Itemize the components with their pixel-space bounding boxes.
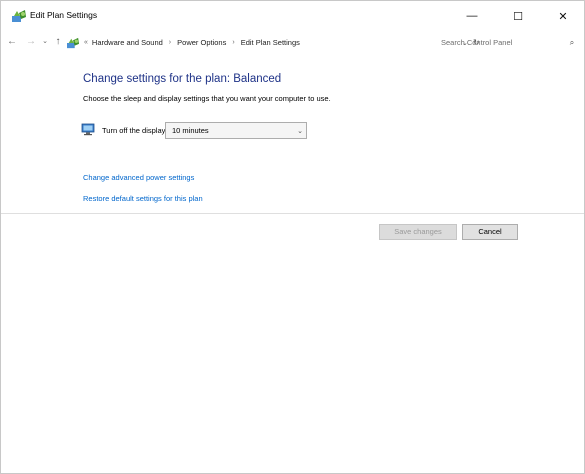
title-bar: Edit Plan Settings — ☐ ✕ (1, 1, 584, 31)
power-options-icon (11, 9, 27, 23)
turn-off-display-value[interactable]: 10 minutes (166, 126, 294, 135)
window-title: Edit Plan Settings (30, 10, 98, 20)
page-description: Choose the sleep and display settings th… (83, 94, 331, 103)
divider (1, 213, 584, 214)
breadcrumb-edit-plan-settings[interactable]: Edit Plan Settings (241, 38, 300, 47)
change-advanced-power-settings-link[interactable]: Change advanced power settings (83, 173, 194, 182)
forward-arrow-icon[interactable]: → (24, 35, 38, 49)
breadcrumb-separator-icon[interactable]: › (169, 39, 171, 46)
breadcrumb-separator-icon[interactable]: › (232, 39, 234, 46)
turn-off-display-label: Turn off the display: (102, 126, 168, 135)
breadcrumb-power-options[interactable]: Power Options (177, 38, 226, 47)
power-options-icon (66, 37, 80, 49)
maximize-button[interactable]: ☐ (495, 1, 541, 31)
turn-off-display-select[interactable]: 10 minutes ⌄ (165, 122, 307, 139)
save-changes-button[interactable]: Save changes (379, 224, 457, 240)
recent-locations-chevron-icon[interactable]: ⌄ (38, 35, 52, 49)
minimize-button[interactable]: — (449, 1, 495, 31)
search-icon[interactable]: ⌕ (565, 38, 579, 48)
page-title: Change settings for the plan: Balanced (83, 73, 282, 85)
address-bar[interactable]: « Hardware and Sound › Power Options › E… (64, 35, 480, 50)
address-overflow-icon[interactable]: « (84, 39, 88, 46)
monitor-icon (81, 123, 95, 136)
back-arrow-icon[interactable]: ← (5, 35, 19, 49)
up-arrow-icon[interactable]: ↑ (51, 35, 65, 49)
cancel-button[interactable]: Cancel (462, 224, 518, 240)
breadcrumb-hardware-and-sound[interactable]: Hardware and Sound (92, 38, 163, 47)
close-button[interactable]: ✕ (540, 1, 585, 31)
edit-plan-settings-window: Edit Plan Settings — ☐ ✕ ← → ⌄ ↑ « Hardw… (0, 0, 585, 474)
restore-default-settings-link[interactable]: Restore default settings for this plan (83, 194, 203, 203)
search-box[interactable]: Search Control Panel ⌕ (431, 35, 579, 50)
search-placeholder[interactable]: Search Control Panel (431, 38, 565, 47)
chevron-down-icon[interactable]: ⌄ (294, 127, 306, 135)
